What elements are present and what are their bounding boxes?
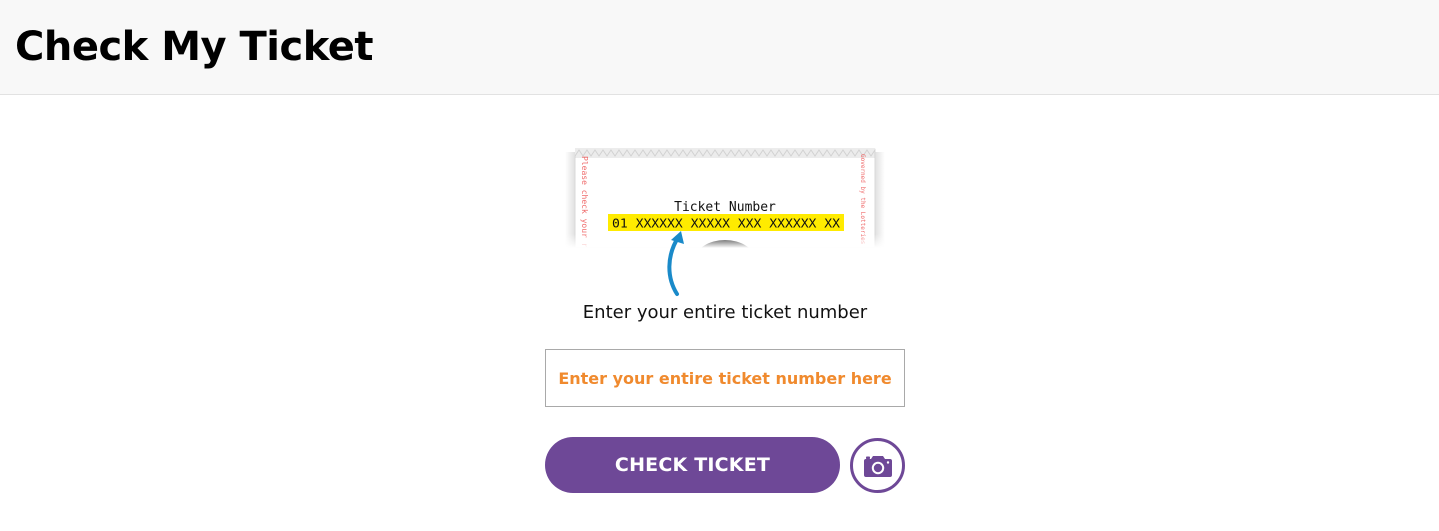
ticket-side-text-left: Please check your recei (580, 156, 589, 267)
ticket-image: Please check your recei Governed by the … (545, 148, 905, 296)
page-title: Check My Ticket (15, 24, 374, 70)
ticket-number-heading: Ticket Number (674, 200, 776, 215)
camera-icon (863, 455, 892, 477)
page-header: Check My Ticket (0, 0, 1439, 95)
check-ticket-button[interactable]: CHECK TICKET (545, 437, 840, 493)
ticket-paper: Please check your recei Governed by the … (565, 148, 885, 267)
ticket-number-sample: 01 XXXXXX XXXXX XXX XXXXXX XX (612, 217, 841, 231)
ticket-number-input[interactable] (545, 349, 905, 407)
ticket-illustration: Please check your recei Governed by the … (545, 148, 905, 300)
camera-scan-button[interactable] (850, 438, 905, 493)
instruction-text: Enter your entire ticket number (582, 302, 868, 323)
